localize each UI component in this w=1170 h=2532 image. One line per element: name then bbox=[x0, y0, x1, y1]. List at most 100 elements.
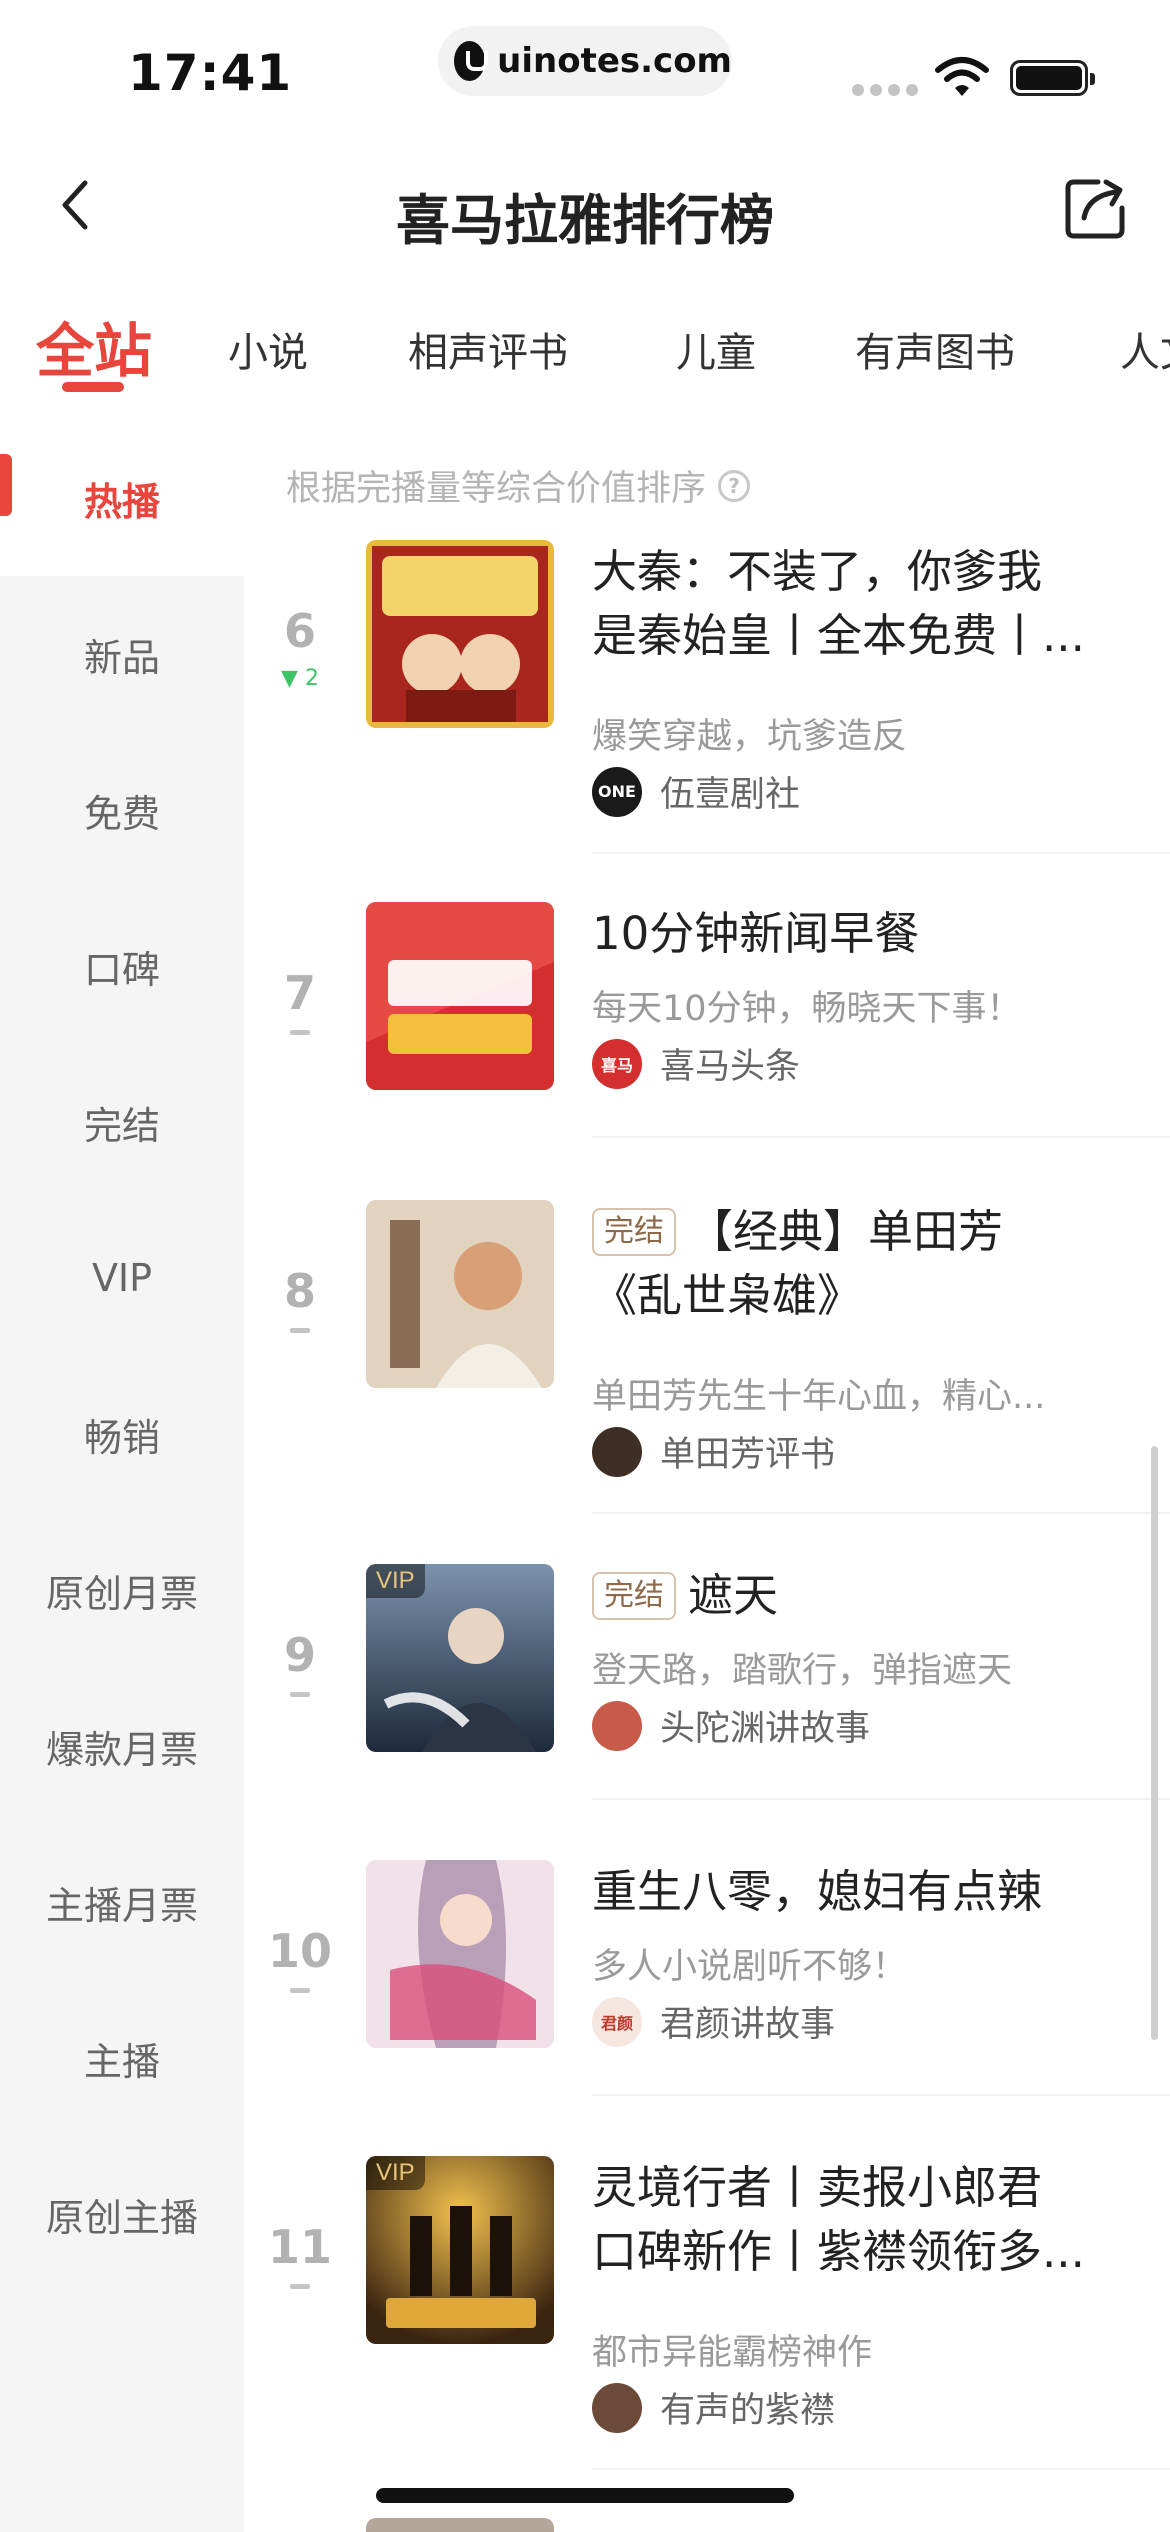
album-title-line: 灵境行者丨卖报小郎君 bbox=[592, 2161, 1043, 2214]
sidebar-item-hot[interactable]: 热播 bbox=[0, 420, 244, 576]
author[interactable]: 君颜 君颜讲故事 bbox=[592, 1996, 835, 2047]
tab-audiobook[interactable]: 有声图书 bbox=[855, 320, 1015, 378]
sidebar-item-free[interactable]: 免费 bbox=[0, 732, 244, 888]
divider bbox=[592, 1136, 1170, 1138]
sidebar-item-original-monthly[interactable]: 原创月票 bbox=[0, 1512, 244, 1668]
url-pill[interactable]: uinotes.com bbox=[438, 26, 732, 96]
vip-badge: VIP bbox=[366, 2156, 425, 2190]
author-avatar bbox=[592, 1700, 642, 1751]
album-title: 10分钟新闻早餐 bbox=[592, 902, 1132, 966]
hint-text: 根据完播量等综合价值排序 bbox=[286, 469, 707, 509]
rank-number: 6 bbox=[283, 604, 316, 658]
sidebar: 热播 新品 免费 口碑 完结 VIP 畅销 原创月票 爆款月票 主播月票 主播 … bbox=[0, 420, 244, 2532]
tab-novel[interactable]: 小说 bbox=[228, 320, 308, 378]
album-description: 单田芳先生十年心血，精心... bbox=[592, 1377, 1046, 1417]
tab-humanities[interactable]: 人文 bbox=[1120, 320, 1170, 378]
album-title-line: 大秦：不装了，你爹我 bbox=[592, 545, 1043, 598]
divider bbox=[592, 2094, 1170, 2096]
tab-children[interactable]: 儿童 bbox=[676, 320, 756, 378]
status-bar: 17:41 uinotes.com bbox=[0, 0, 1170, 140]
album-cover bbox=[366, 902, 554, 1090]
sidebar-item-completed[interactable]: 完结 bbox=[0, 1044, 244, 1200]
album-description: 登天路，踏歌行，弹指遮天 bbox=[592, 1651, 1013, 1691]
ranking-list: 根据完播量等综合价值排序 ? 6 ▼ 2 大秦：不装了，你爹我 是秦始皇丨全本免… bbox=[244, 420, 1170, 2532]
nav-header: 喜马拉雅排行榜 bbox=[0, 140, 1170, 274]
sidebar-item-label: 完结 bbox=[83, 1103, 160, 1148]
share-button[interactable] bbox=[1058, 170, 1134, 246]
author-name: 单田芳评书 bbox=[660, 1435, 836, 1475]
album-cover: VIP bbox=[366, 1564, 554, 1752]
sidebar-item-label: 原创主播 bbox=[45, 2195, 198, 2240]
author-name: 有声的紫襟 bbox=[660, 2391, 836, 2431]
author-avatar: 喜马 bbox=[592, 1038, 642, 1089]
sidebar-item-bestseller[interactable]: 畅销 bbox=[0, 1356, 244, 1512]
album-cover bbox=[366, 540, 554, 728]
author[interactable]: 有声的紫襟 bbox=[592, 2382, 835, 2433]
sidebar-item-label: 爆款月票 bbox=[45, 1727, 198, 1772]
author-name: 喜马头条 bbox=[660, 1047, 801, 1087]
rank-number: 11 bbox=[267, 2220, 332, 2274]
wifi-icon bbox=[935, 57, 989, 96]
album-cover bbox=[366, 2518, 554, 2532]
author-name: 君颜讲故事 bbox=[660, 2005, 836, 2045]
sidebar-item-label: 原创月票 bbox=[45, 1571, 198, 1616]
tab-crosstalk[interactable]: 相声评书 bbox=[408, 320, 568, 378]
divider bbox=[592, 1798, 1170, 1800]
album-title-line: 完结 遮天 bbox=[592, 1564, 1132, 1628]
divider bbox=[592, 1512, 1170, 1514]
rank-number: 8 bbox=[283, 1264, 316, 1318]
sidebar-item-original-host[interactable]: 原创主播 bbox=[0, 2136, 244, 2292]
sidebar-item-host[interactable]: 主播 bbox=[0, 1980, 244, 2136]
author[interactable]: 单田芳评书 bbox=[592, 1426, 835, 1477]
home-indicator bbox=[376, 2488, 794, 2503]
url-text: uinotes.com bbox=[497, 41, 732, 81]
sidebar-item-reputation[interactable]: 口碑 bbox=[0, 888, 244, 1044]
sidebar-item-label: 口碑 bbox=[83, 947, 160, 992]
album-description: 多人小说剧听不够！ bbox=[592, 1947, 908, 1987]
album-title: 完结 【经典】单田芳 《乱世枭雄》 bbox=[592, 1200, 1132, 1328]
divider bbox=[592, 852, 1170, 854]
scrollbar[interactable] bbox=[1151, 1446, 1158, 2040]
sidebar-item-host-monthly[interactable]: 主播月票 bbox=[0, 1824, 244, 1980]
share-icon bbox=[1065, 179, 1125, 239]
tab-active-indicator bbox=[62, 382, 124, 392]
page-title: 喜马拉雅排行榜 bbox=[396, 189, 774, 252]
question-icon[interactable]: ? bbox=[718, 469, 751, 502]
signal-icon bbox=[852, 84, 918, 96]
rank-trend-flat bbox=[260, 1988, 340, 1993]
rank-number: 9 bbox=[283, 1628, 316, 1682]
rank-trend-flat bbox=[260, 1030, 340, 1035]
album-description: 每天10分钟，畅晓天下事！ bbox=[592, 989, 1022, 1029]
sidebar-item-label: 主播 bbox=[83, 2039, 160, 2084]
category-tabs: 全站 小说 相声评书 儿童 有声图书 人文 bbox=[0, 290, 1170, 410]
author-avatar bbox=[592, 2382, 642, 2433]
author[interactable]: 喜马 喜马头条 bbox=[592, 1038, 800, 1089]
sidebar-item-label: 新品 bbox=[83, 635, 160, 680]
author-name: 伍壹剧社 bbox=[660, 775, 801, 815]
sidebar-active-marker bbox=[0, 454, 12, 516]
sidebar-item-vip[interactable]: VIP bbox=[0, 1200, 244, 1356]
author-avatar bbox=[592, 1426, 642, 1477]
author-name: 头陀渊讲故事 bbox=[660, 1709, 871, 1749]
tab-all[interactable]: 全站 bbox=[36, 304, 152, 388]
author[interactable]: 头陀渊讲故事 bbox=[592, 1700, 870, 1751]
album-cover bbox=[366, 1860, 554, 2048]
rank-trend-flat bbox=[260, 1328, 340, 1333]
album-title-line: 10分钟新闻早餐 bbox=[592, 907, 920, 960]
vip-badge: VIP bbox=[366, 1564, 425, 1598]
author[interactable]: ONE 伍壹剧社 bbox=[592, 766, 800, 817]
rank-trend-flat bbox=[260, 2284, 340, 2289]
album-title-line: 是秦始皇丨全本免费丨... bbox=[592, 609, 1085, 662]
ranking-hint: 根据完播量等综合价值排序 ? bbox=[286, 460, 751, 511]
battery-icon bbox=[1010, 60, 1095, 96]
album-title-line: 完结 【经典】单田芳 bbox=[592, 1200, 1132, 1264]
album-description: 爆笑穿越，坑爹造反 bbox=[592, 717, 908, 757]
album-title: 灵境行者丨卖报小郎君 口碑新作丨紫襟领衔多... bbox=[592, 2156, 1132, 2284]
album-title-line: 重生八零，媳妇有点辣 bbox=[592, 1865, 1043, 1918]
author-avatar: ONE bbox=[592, 766, 642, 817]
sidebar-item-new[interactable]: 新品 bbox=[0, 576, 244, 732]
sidebar-item-hit-monthly[interactable]: 爆款月票 bbox=[0, 1668, 244, 1824]
sidebar-item-label: 畅销 bbox=[83, 1415, 160, 1460]
site-icon bbox=[454, 41, 489, 81]
album-cover: VIP bbox=[366, 2156, 554, 2344]
